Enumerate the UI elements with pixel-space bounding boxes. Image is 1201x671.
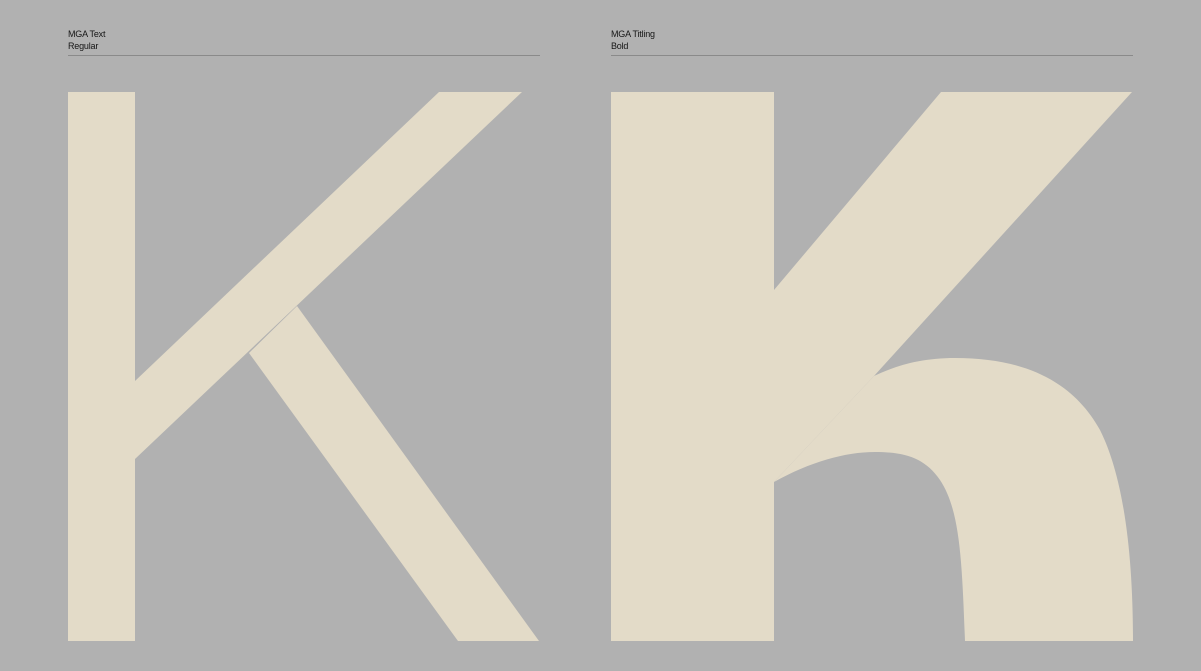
glyph-k-bold bbox=[611, 92, 1133, 641]
glyph-k-regular bbox=[68, 92, 539, 641]
glyph-specimen-art bbox=[68, 92, 1133, 641]
k-regular-stem bbox=[68, 92, 135, 641]
k-bold-stem bbox=[611, 92, 774, 641]
k-regular-leg bbox=[249, 306, 539, 641]
